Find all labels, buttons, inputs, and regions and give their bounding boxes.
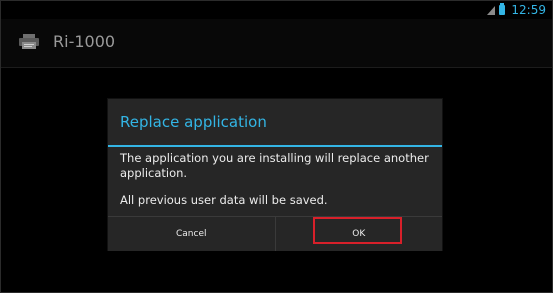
- ok-button[interactable]: OK: [276, 217, 443, 251]
- status-time: 12:59: [511, 3, 546, 17]
- signal-icon: [487, 6, 496, 15]
- dialog-message: The application you are installing will …: [120, 151, 432, 208]
- dialog-message-gap: [120, 181, 432, 193]
- battery-icon: [499, 3, 506, 15]
- replace-application-dialog: Replace application The application you …: [108, 99, 442, 251]
- printer-icon: [19, 34, 39, 49]
- app-header: Ri-1000: [1, 19, 552, 67]
- dialog-message-line-1: The application you are installing will …: [120, 151, 429, 180]
- status-icons: 12:59: [487, 3, 546, 17]
- ok-button-label: OK: [352, 229, 366, 239]
- app-title: Ri-1000: [53, 32, 116, 51]
- dialog-message-line-2: All previous user data will be saved.: [120, 193, 328, 207]
- dialog-button-bar: Cancel OK: [108, 216, 442, 251]
- dialog-title-divider: [108, 145, 442, 147]
- cancel-button-label: Cancel: [176, 229, 207, 239]
- android-screen: 12:59 Ri-1000 Replace application The ap…: [0, 0, 553, 293]
- status-bar: 12:59: [1, 1, 552, 19]
- dialog-title: Replace application: [120, 113, 267, 131]
- cancel-button[interactable]: Cancel: [108, 217, 275, 251]
